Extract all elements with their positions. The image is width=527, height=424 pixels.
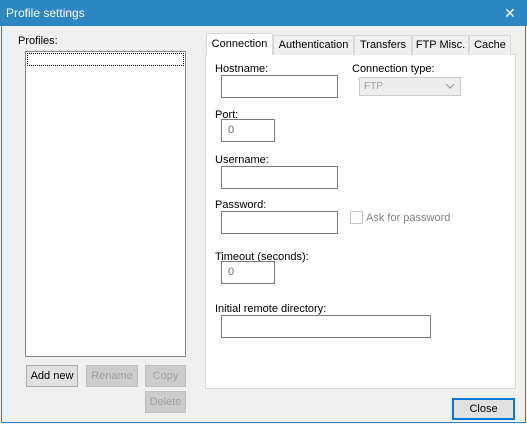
rename-button[interactable]: Rename (86, 365, 138, 387)
tab-connection[interactable]: Connection (206, 33, 273, 55)
close-icon[interactable]: ✕ (493, 0, 527, 26)
connection-type-label: Connection type: (352, 63, 435, 75)
hostname-label: Hostname: (215, 63, 269, 75)
add-new-button[interactable]: Add new (26, 365, 78, 387)
profiles-list[interactable] (25, 51, 186, 357)
password-label: Password: (215, 199, 267, 211)
initial-remote-directory-label: Initial remote directory: (215, 303, 327, 315)
window-title: Profile settings (6, 6, 85, 20)
list-focus-rect (27, 53, 184, 66)
port-field[interactable]: 0 (221, 119, 275, 142)
username-field[interactable] (221, 166, 338, 189)
ask-for-password-checkbox[interactable] (350, 211, 363, 224)
tab-cache[interactable]: Cache (469, 35, 511, 55)
timeout-field[interactable]: 0 (221, 261, 275, 284)
connection-type-value: FTP (364, 81, 383, 92)
chevron-down-icon (445, 83, 455, 89)
username-label: Username: (215, 154, 269, 166)
tab-authentication[interactable]: Authentication (273, 35, 354, 55)
delete-button[interactable]: Delete (145, 391, 186, 413)
copy-button[interactable]: Copy (145, 365, 186, 387)
ask-for-password-label: Ask for password (366, 212, 451, 224)
connection-type-select[interactable]: FTP (359, 77, 461, 96)
close-button[interactable]: Close (452, 398, 515, 420)
profiles-label: Profiles: (18, 35, 58, 47)
tab-transfers[interactable]: Transfers (354, 35, 412, 55)
hostname-field[interactable] (221, 75, 338, 98)
initial-remote-directory-field[interactable] (221, 315, 431, 338)
tab-ftp-misc[interactable]: FTP Misc. (412, 35, 469, 55)
password-field[interactable] (221, 211, 338, 234)
